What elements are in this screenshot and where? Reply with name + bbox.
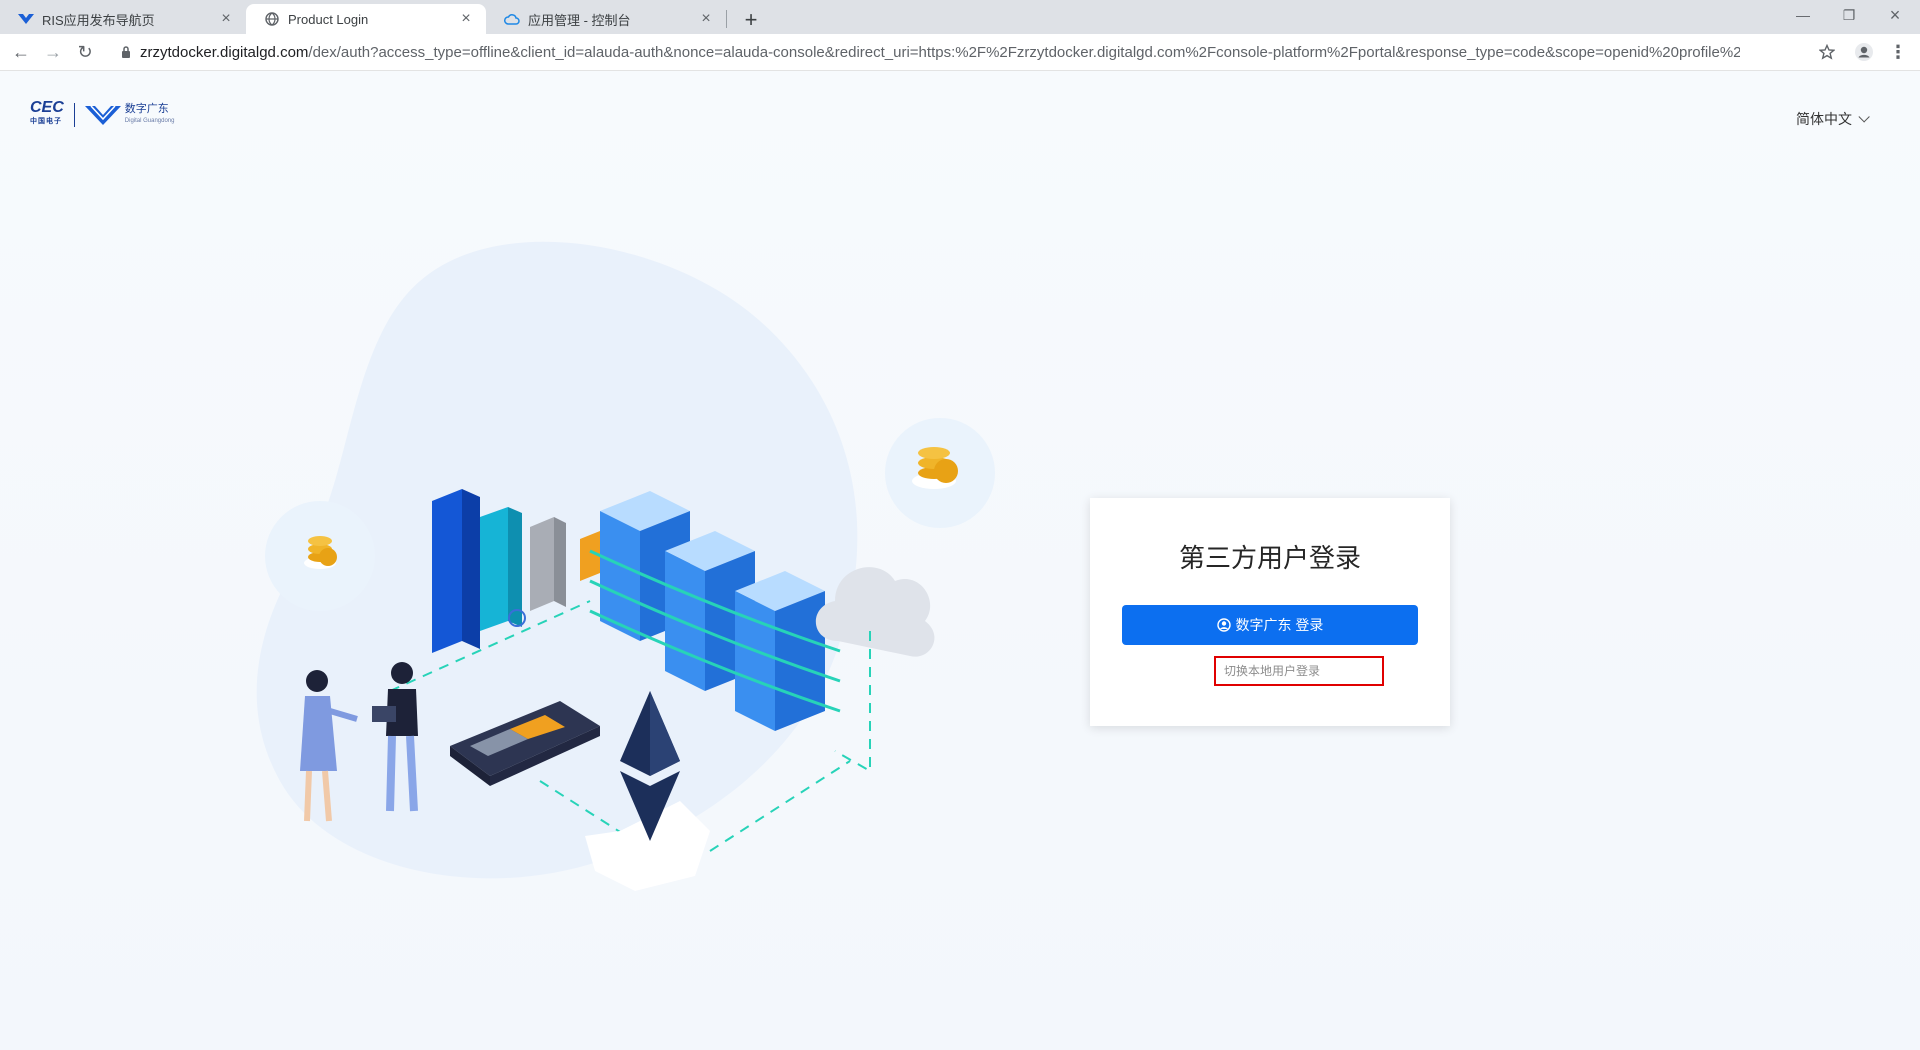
- digitalgd-login-button[interactable]: 数字广东 登录: [1122, 605, 1418, 645]
- profile-avatar-icon[interactable]: [1852, 40, 1876, 64]
- digitalgd-logo-icon: [84, 105, 121, 125]
- browser-tab-bar: RIS应用发布导航页 × Product Login × 应用管理 - 控制台 …: [0, 0, 1920, 34]
- bar-cyan: [480, 507, 508, 631]
- url-path: /dex/auth?access_type=offline&client_id=…: [308, 43, 1740, 61]
- tab-app-console[interactable]: 应用管理 - 控制台 ×: [486, 4, 726, 34]
- back-arrow-icon[interactable]: ←: [8, 39, 34, 65]
- user-circle-icon: [1216, 618, 1231, 632]
- address-bar[interactable]: zrzytdocker.digitalgd.com/dex/auth?acces…: [110, 38, 1773, 66]
- tab-title: Product Login: [288, 11, 369, 27]
- restore-icon[interactable]: ❐: [1826, 4, 1872, 26]
- bar-blue: [432, 489, 462, 653]
- tab-title: 应用管理 - 控制台: [528, 12, 631, 28]
- cec-text: CEC: [30, 99, 64, 116]
- logo-divider: [73, 103, 75, 127]
- cloud-icon: [504, 11, 520, 27]
- login-title: 第三方用户登录: [1178, 544, 1361, 574]
- close-icon[interactable]: ×: [218, 11, 234, 27]
- language-selector[interactable]: 简体中文: [1796, 109, 1870, 129]
- brand-name-en: Digital Guangdong: [124, 118, 175, 124]
- more-menu-icon[interactable]: ⋮: [1886, 40, 1910, 64]
- url-text: zrzytdocker.digitalgd.com/dex/auth?acces…: [140, 44, 1740, 61]
- url-host: zrzytdocker.digitalgd.com: [140, 43, 309, 61]
- reload-icon[interactable]: ↻: [72, 39, 98, 65]
- login-card: 第三方用户登录 数字广东 登录 切换本地用户登录: [1090, 498, 1450, 726]
- globe-icon: [264, 11, 280, 27]
- brand-logo: CEC 中国电子 数字广东 Digital Guangdong: [30, 99, 175, 129]
- digitalgd-login-label: 数字广东 登录: [1235, 617, 1324, 633]
- tab-separator: [726, 10, 727, 28]
- browser-toolbar: ← → ↻ zrzytdocker.digitalgd.com/dex/auth…: [0, 34, 1920, 71]
- close-window-icon[interactable]: ×: [1872, 4, 1918, 26]
- switch-local-login-link[interactable]: 切换本地用户登录: [1214, 656, 1384, 686]
- hero-illustration: [256, 241, 995, 891]
- language-label: 简体中文: [1796, 111, 1852, 127]
- tab-product-login[interactable]: Product Login ×: [246, 4, 486, 34]
- bookmark-star-icon[interactable]: [1815, 40, 1839, 64]
- minimize-icon[interactable]: —: [1780, 4, 1826, 26]
- tab-ris-nav[interactable]: RIS应用发布导航页 ×: [0, 4, 246, 34]
- brand-name-cn: 数字广东: [124, 103, 169, 115]
- brand-name: 数字广东 Digital Guangdong: [125, 103, 175, 127]
- login-page: CEC 中国电子 数字广东 Digital Guangdong 简体中文 第三方…: [0, 71, 1920, 1050]
- close-icon[interactable]: ×: [698, 11, 714, 27]
- bar-gray: [530, 517, 554, 611]
- cec-subtext: 中国电子: [30, 118, 62, 125]
- chevron-down-icon: [1858, 111, 1870, 123]
- cec-logo: CEC 中国电子: [30, 99, 64, 129]
- lock-icon: [118, 44, 134, 60]
- bar-orange: [580, 531, 600, 581]
- close-icon[interactable]: ×: [458, 11, 474, 27]
- digitalgd-logo-icon: [18, 11, 34, 27]
- forward-arrow-icon[interactable]: →: [40, 39, 66, 65]
- tab-title: RIS应用发布导航页: [42, 12, 155, 28]
- server-rack-3: [735, 571, 825, 731]
- new-tab-button[interactable]: +: [737, 6, 765, 34]
